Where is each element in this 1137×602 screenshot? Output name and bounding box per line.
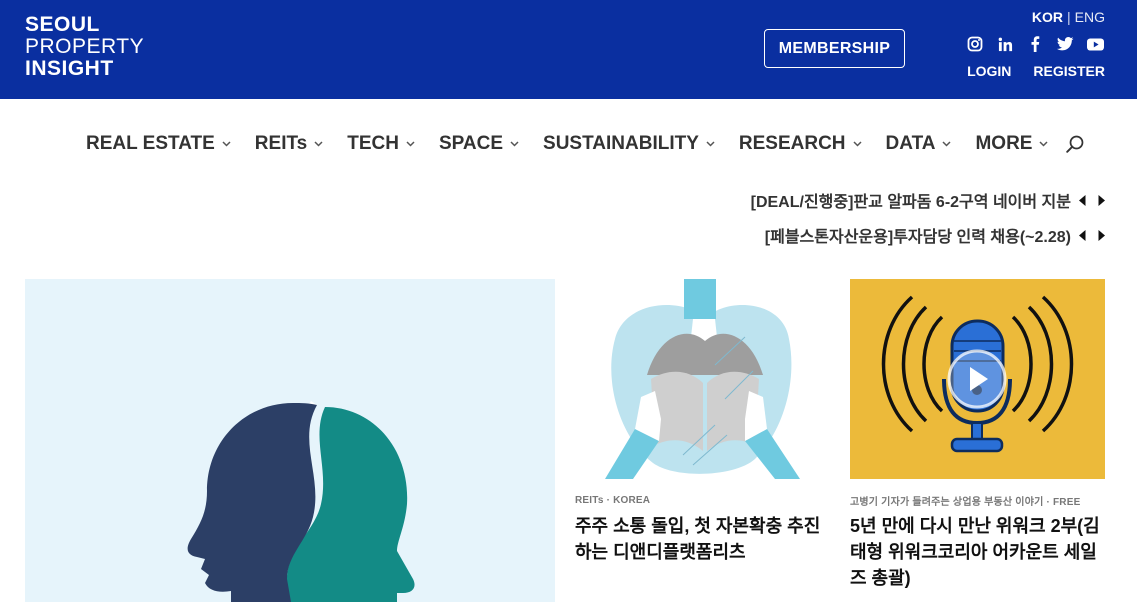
nav-item-data[interactable]: DATA: [886, 133, 952, 155]
login-link[interactable]: LOGIN: [967, 63, 1011, 79]
ticker-headline[interactable]: [DEAL/진행중]판교 알파돔 6-2구역 네이버 지분: [751, 188, 1071, 212]
chevron-down-icon: [853, 141, 862, 147]
article-meta: REITs · KOREA: [575, 495, 651, 506]
nav-item-label: SPACE: [438, 133, 504, 154]
linkedin-icon[interactable]: [996, 35, 1014, 53]
site-header: SEOUL PROPERTY INSIGHT MEMBERSHIP KOR | EN…: [0, 0, 1137, 99]
chevron-down-icon: [706, 141, 715, 147]
nav-item-label: RESEARCH: [738, 133, 846, 154]
chevron-down-icon: [1039, 141, 1049, 147]
caret-left-icon[interactable]: [1079, 194, 1086, 206]
nav-item-more[interactable]: MORE: [975, 133, 1049, 155]
nav-item-reits[interactable]: REITs: [255, 133, 323, 155]
article-meta: 고병기 기자가 들려주는 상업용 부동산 이야기 · FREE: [850, 497, 1081, 508]
news-ticker-row: [DEAL/진행중]판교 알파돔 6-2구역 네이버 지분: [751, 188, 1105, 212]
news-ticker-row: [페블스톤자산운용]투자담당 인력 채용(~2.28): [765, 223, 1105, 247]
facebook-icon[interactable]: [1026, 35, 1044, 53]
article-headline[interactable]: 5년 만에 다시 만난 위워크 2부(김태형 위워크코리아 어카운트 세일즈 총…: [850, 513, 1110, 591]
register-link[interactable]: REGISTER: [1033, 63, 1105, 79]
youtube-icon[interactable]: [1086, 35, 1104, 53]
lang-separator: |: [1067, 9, 1071, 25]
ticker-controls: [1079, 229, 1105, 241]
ticker-headline[interactable]: [페블스톤자산운용]투자담당 인력 채용(~2.28): [765, 223, 1071, 247]
nav-item-label: REAL ESTATE: [86, 133, 215, 154]
caret-right-icon[interactable]: [1098, 194, 1105, 206]
main-nav: REAL ESTATE REITs TECH SPACE SUSTAINABIL…: [86, 128, 1085, 160]
chevron-down-icon: [510, 141, 519, 147]
caret-right-icon[interactable]: [1098, 229, 1105, 241]
social-links: [966, 35, 1104, 53]
instagram-icon[interactable]: [966, 35, 984, 53]
nav-item-sustainability[interactable]: SUSTAINABILITY: [543, 133, 715, 155]
chevron-down-icon: [942, 141, 952, 147]
nav-item-label: TECH: [347, 133, 399, 154]
nav-item-label: SUSTAINABILITY: [543, 133, 699, 154]
nav-item-tech[interactable]: TECH: [347, 133, 415, 155]
caret-left-icon[interactable]: [1079, 229, 1086, 241]
lang-kor-link[interactable]: KOR: [1032, 9, 1063, 25]
nav-item-label: MORE: [975, 133, 1033, 154]
lang-eng-link[interactable]: ENG: [1075, 9, 1105, 25]
auth-links: LOGIN REGISTER: [967, 63, 1105, 79]
language-switcher: KOR | ENG: [1032, 9, 1105, 25]
nav-item-space[interactable]: SPACE: [439, 133, 519, 155]
podcast-thumbnail[interactable]: [850, 279, 1105, 479]
nav-item-label: REITs: [254, 133, 308, 154]
twitter-icon[interactable]: [1056, 35, 1074, 53]
chevron-down-icon: [314, 141, 323, 147]
featured-article-image[interactable]: [25, 279, 555, 602]
chevron-down-icon: [406, 141, 415, 147]
logo-line-1: SEOUL: [25, 13, 100, 36]
membership-button[interactable]: MEMBERSHIP: [764, 29, 905, 68]
ticker-controls: [1079, 194, 1105, 206]
nav-item-real-estate[interactable]: REAL ESTATE: [86, 133, 231, 155]
logo-line-2: PROPERTY: [25, 35, 145, 58]
logo-line-3: INSIGHT: [25, 57, 114, 80]
site-logo[interactable]: SEOUL PROPERTY INSIGHT: [25, 14, 144, 80]
nav-item-label: DATA: [885, 133, 936, 154]
article-headline[interactable]: 주주 소통 돌입, 첫 자본확충 추진하는 디앤디플랫폼리츠: [575, 513, 830, 565]
nav-item-research[interactable]: RESEARCH: [739, 133, 862, 155]
chevron-down-icon: [222, 141, 231, 147]
article-thumbnail[interactable]: [575, 279, 830, 479]
search-icon[interactable]: [1066, 135, 1085, 154]
